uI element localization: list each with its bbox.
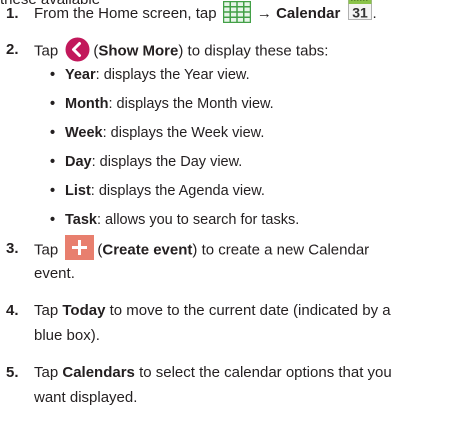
apps-grid-icon bbox=[222, 1, 251, 24]
calendar-label: Calendar bbox=[276, 5, 341, 22]
create-event-plus-icon bbox=[65, 235, 95, 260]
create-event-label: Create event bbox=[102, 241, 193, 259]
tab-item-day: • Day: displays the Day view. bbox=[50, 154, 243, 170]
tab-item-year: • Year: displays the Year view. bbox=[50, 67, 250, 83]
step-number: 5. bbox=[6, 364, 19, 381]
today-label: Today bbox=[62, 302, 106, 319]
calendars-label: Calendars bbox=[62, 364, 135, 381]
step-text: Tap Today to move to the current date (i… bbox=[34, 302, 391, 344]
step-text: Tap (Create event) to create a new Calen… bbox=[34, 235, 446, 284]
arrow-glyph: → bbox=[256, 5, 272, 22]
tab-item-task: • Task: allows you to search for tasks. bbox=[50, 212, 300, 228]
bullet: • bbox=[50, 183, 56, 199]
show-more-label: Show More bbox=[98, 42, 179, 60]
bullet: • bbox=[50, 96, 56, 112]
show-more-back-icon bbox=[65, 37, 90, 62]
bullet: • bbox=[50, 125, 56, 141]
step-text: Tap Calendars to select the calendar opt… bbox=[34, 364, 392, 406]
step-text: From the Home screen, tap → Calendar 31 … bbox=[34, 0, 446, 25]
step-number: 4. bbox=[6, 302, 19, 319]
bullet: • bbox=[50, 212, 56, 228]
step-text: Tap (Show More) to display these tabs: bbox=[34, 37, 446, 64]
calendar-app-icon: 31 bbox=[348, 0, 373, 21]
step-number: 2. bbox=[6, 41, 19, 58]
bullet: • bbox=[50, 67, 56, 83]
step-number: 1. bbox=[6, 5, 19, 22]
svg-text:31: 31 bbox=[353, 5, 369, 21]
tab-item-week: • Week: displays the Week view. bbox=[50, 125, 265, 141]
tab-item-month: • Month: displays the Month view. bbox=[50, 96, 274, 112]
bullet: • bbox=[50, 154, 56, 170]
tab-item-list: • List: displays the Agenda view. bbox=[50, 183, 265, 199]
step-number: 3. bbox=[6, 240, 19, 257]
